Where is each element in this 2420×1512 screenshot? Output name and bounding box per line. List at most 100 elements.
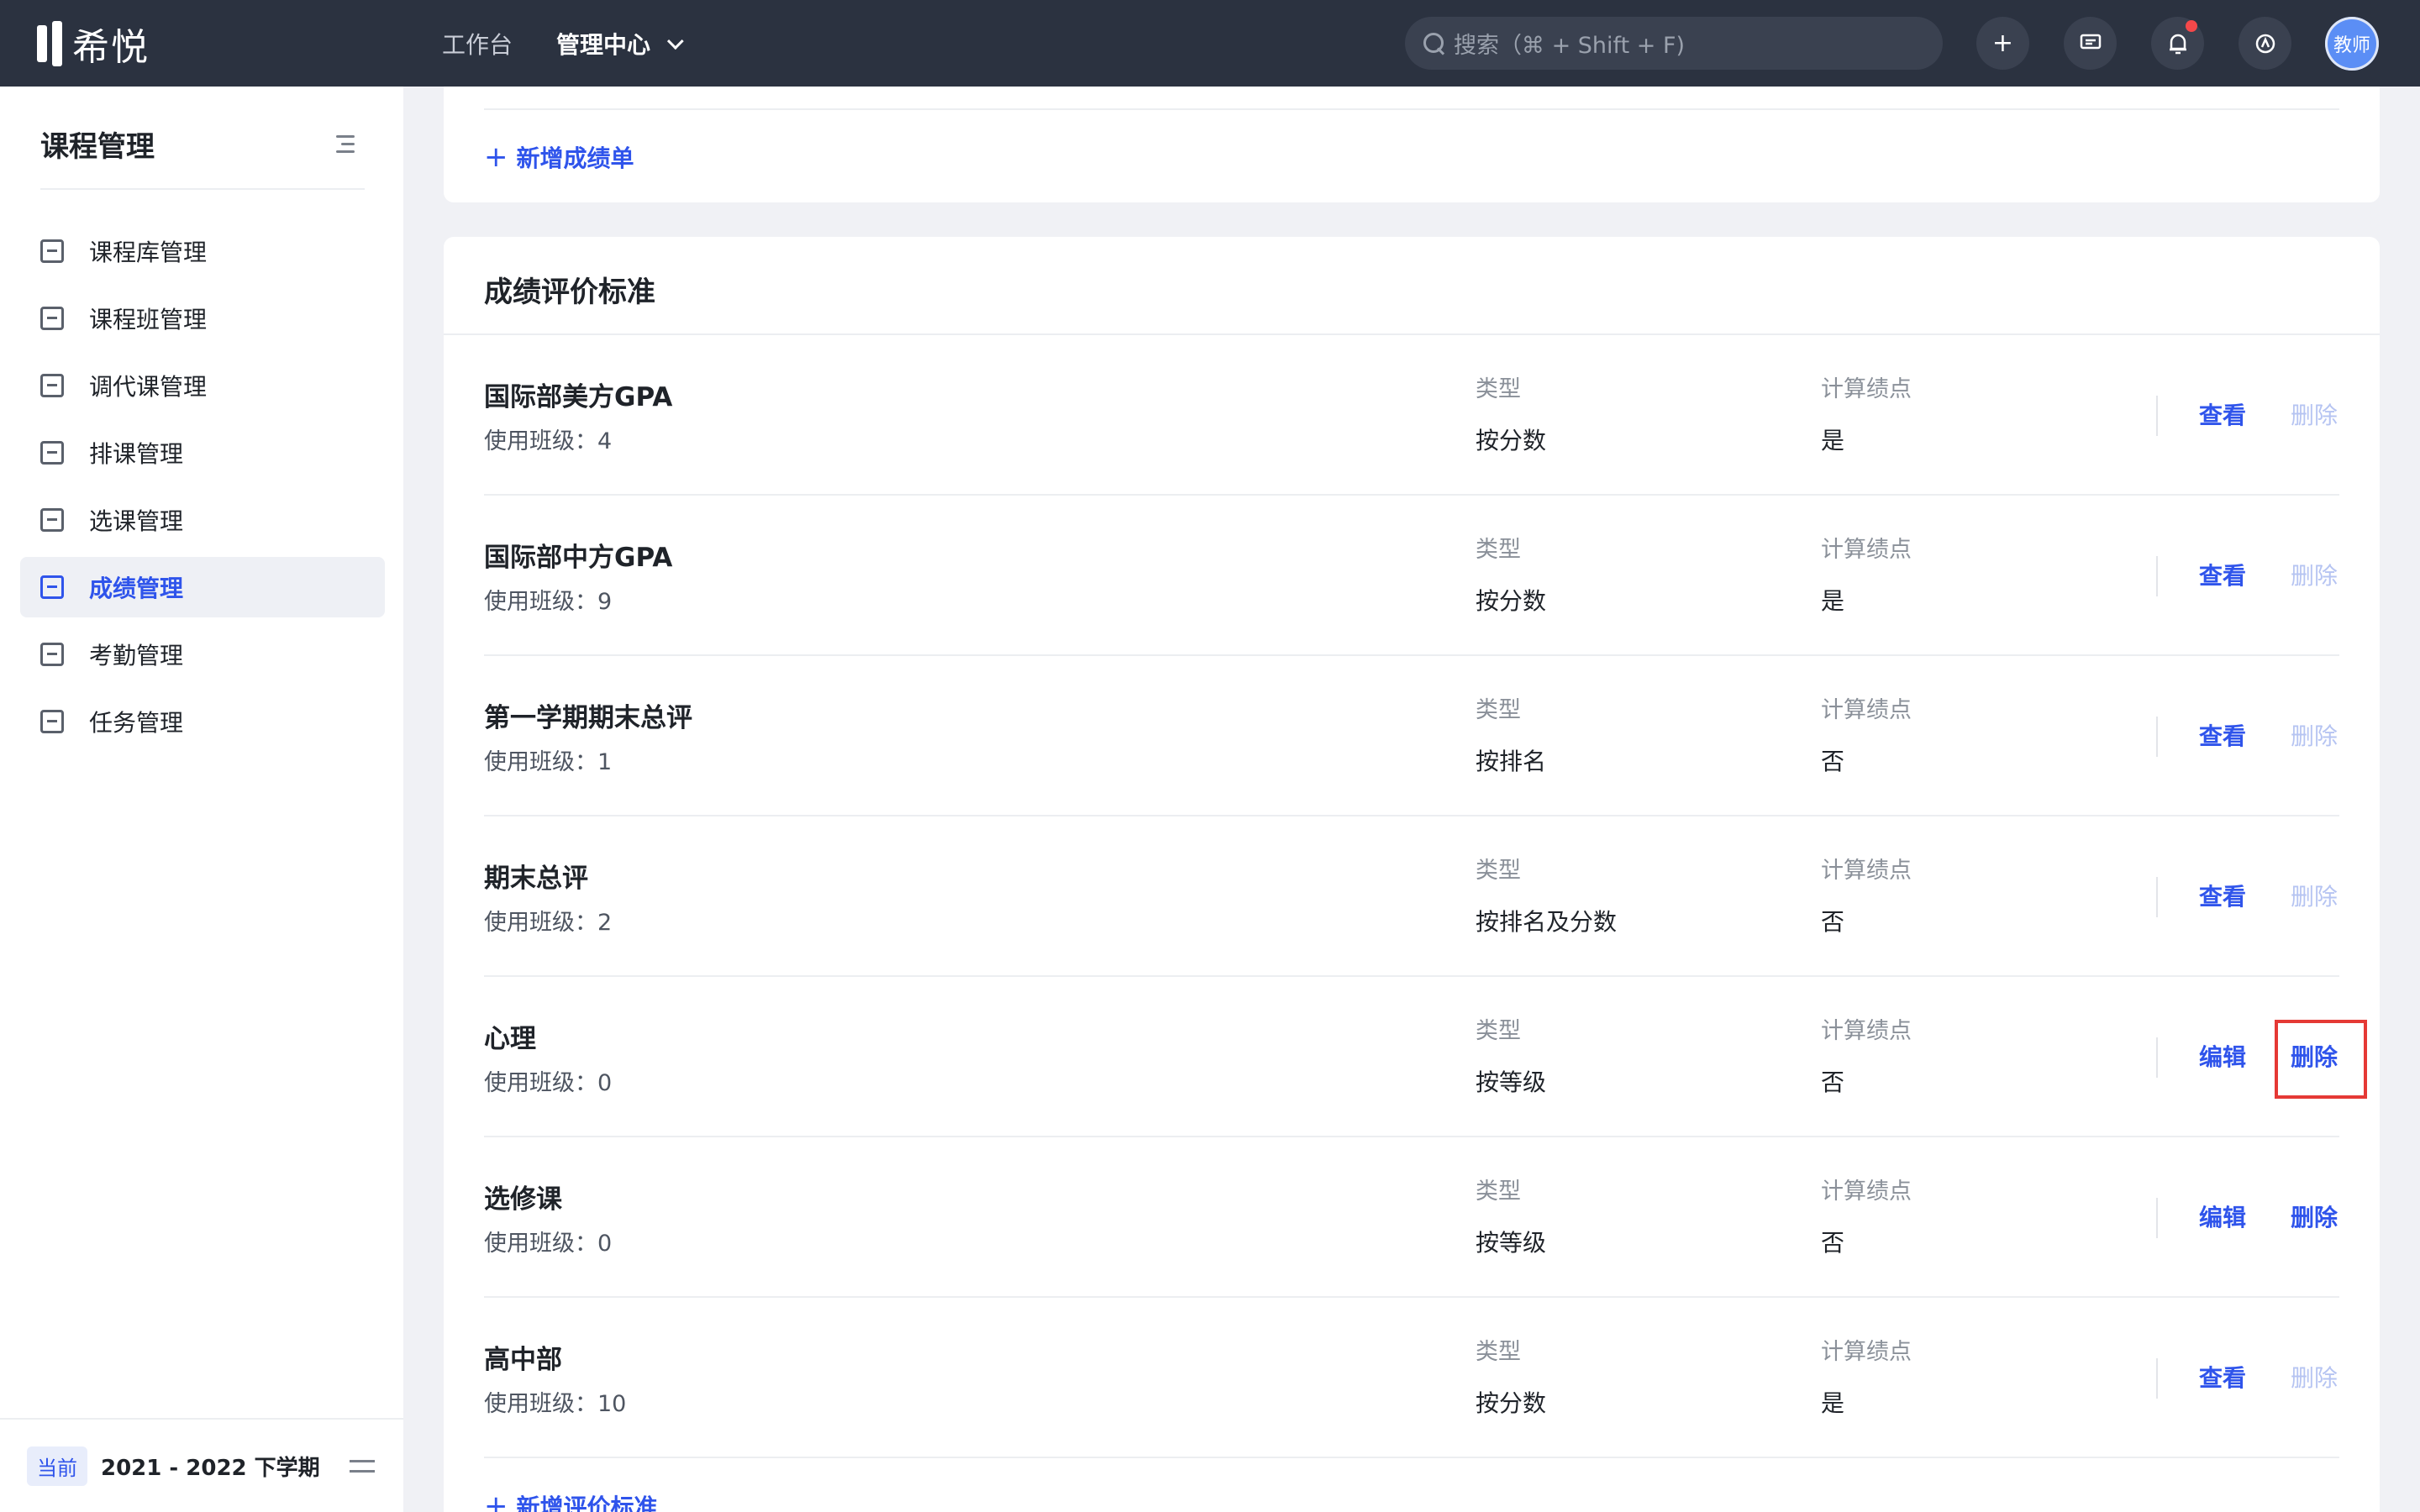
sidebar-divider [40,188,365,190]
compass-icon [2255,34,2275,53]
top-bar: 希悦 工作台 管理中心 搜索（⌘ + Shift + F) + 教师 [0,0,2420,87]
delete-button: 删除 [2291,562,2338,590]
view-button[interactable]: 查看 [2199,718,2246,752]
list-item: 国际部中方GPA 使用班级：9 类型 按分数 计算绩点是 查看 删除 [484,496,2339,656]
gpa-value: 否 [1821,748,1845,775]
edit-button[interactable]: 编辑 [2199,1039,2246,1073]
standard-usage: 使用班级：0 [484,1070,613,1096]
add-button[interactable]: + [1976,17,2029,70]
search-input[interactable]: 搜索（⌘ + Shift + F) [1405,17,1943,70]
sidebar-item-label: 课程库管理 [89,239,208,266]
list-item: 心理 使用班级：0 类型 按等级 计算绩点否编辑 删除 [484,977,2367,1137]
gpa-label: 计算绩点 [1821,697,1912,723]
gpa-label: 计算绩点 [1821,1339,1912,1365]
bell-icon [2169,34,2186,54]
sidebar-item-label: 课程班管理 [89,306,208,333]
type-value: 按等级 [1476,1068,1547,1096]
message-icon [2080,34,2101,49]
divider [2156,556,2158,596]
search-placeholder: 搜索（⌘ + Shift + F) [1454,33,1686,59]
sidebar-item-5[interactable]: 成绩管理 [20,557,385,617]
add-standard-link[interactable]: + 新增评价标准 [484,1489,658,1512]
standard-name: 第一学期期末总评 [484,703,692,733]
type-label: 类型 [1476,1179,1521,1205]
add-standard-label: 新增评价标准 [516,1494,658,1512]
sidebar: 课程管理 课程库管理课程班管理调代课管理排课管理选课管理成绩管理考勤管理任务管理… [0,87,403,1512]
gpa-label: 计算绩点 [1821,537,1912,563]
gpa-value: 否 [1821,1068,1845,1096]
divider [2156,1358,2158,1399]
notification-dot [2186,20,2197,32]
grade-icon [40,575,64,599]
edit-button[interactable]: 编辑 [2199,1200,2246,1233]
sidebar-menu: 课程库管理课程班管理调代课管理排课管理选课管理成绩管理考勤管理任务管理 [20,221,385,759]
list-item: 选修课 使用班级：0 类型 按等级 计算绩点否 编辑 删除 [484,1137,2339,1298]
view-button[interactable]: 查看 [2199,879,2246,912]
collapse-menu-icon[interactable] [333,135,355,154]
list-item: 高中部 使用班级：10 类型 按分数 计算绩点是 查看 删除 [484,1298,2339,1458]
sidebar-item-label: 成绩管理 [89,575,184,602]
library-icon [40,239,64,263]
help-button[interactable] [2238,17,2291,70]
grading-standards-card: 成绩评价标准 国际部美方GPA 使用班级：4 类型 按分数 计算绩点是查看 删除 国际部中方… [444,237,2380,1512]
divider [484,108,2339,110]
gpa-value: 是 [1821,427,1845,454]
sidebar-item-2[interactable]: 调代课管理 [20,355,385,416]
standard-name: 高中部 [484,1345,562,1375]
standard-usage: 使用班级：2 [484,910,613,936]
gpa-value: 否 [1821,1229,1845,1257]
sidebar-title: 课程管理 [40,130,155,164]
nav-admin-center[interactable]: 管理中心 [556,27,684,60]
gpa-value: 是 [1821,1389,1845,1417]
highlight-box [2275,1020,2367,1099]
delete-button[interactable]: 删除 [2291,1200,2338,1233]
standard-usage: 使用班级：1 [484,749,613,775]
standard-name: 国际部中方GPA [484,543,673,573]
class-icon [40,307,64,330]
chevron-down-icon [666,32,684,50]
add-grade-sheet-link[interactable]: + 新增成绩单 [484,140,634,174]
logo-mark-icon [37,21,62,66]
schedule-icon [40,441,64,465]
type-label: 类型 [1476,858,1521,884]
sidebar-item-3[interactable]: 排课管理 [20,423,385,483]
list-item: 国际部美方GPA 使用班级：4 类型 按分数 计算绩点是 查看 删除 [484,335,2339,496]
sidebar-item-1[interactable]: 课程班管理 [20,288,385,349]
term-switcher[interactable]: 当前 2021 - 2022 下学期 [0,1418,403,1512]
divider [2156,877,2158,917]
divider [2156,1198,2158,1238]
nav-workbench[interactable]: 工作台 [442,27,513,60]
app-logo[interactable]: 希悦 [37,20,150,69]
notification-button[interactable] [2151,17,2204,70]
type-label: 类型 [1476,1018,1521,1044]
type-label: 类型 [1476,697,1521,723]
sidebar-item-6[interactable]: 考勤管理 [20,624,385,685]
standard-usage: 使用班级：0 [484,1231,613,1257]
type-label: 类型 [1476,537,1521,563]
standard-name: 心理 [484,1024,536,1054]
current-term-label: 2021 - 2022 下学期 [101,1455,320,1481]
gpa-label: 计算绩点 [1821,1018,1912,1044]
sidebar-item-7[interactable]: 任务管理 [20,691,385,752]
swap-class-icon [40,374,64,397]
sidebar-item-label: 选课管理 [89,507,184,535]
standard-name: 国际部美方GPA [484,382,673,412]
view-button[interactable]: 查看 [2199,397,2246,431]
swap-icon[interactable] [350,1455,375,1477]
search-icon [1423,32,1445,55]
view-button[interactable]: 查看 [2199,1360,2246,1394]
grade-sheet-card: + 新增成绩单 [444,87,2380,202]
sidebar-item-label: 考勤管理 [89,642,184,669]
message-button[interactable] [2064,17,2117,70]
sidebar-item-label: 任务管理 [89,709,184,737]
top-nav: 工作台 管理中心 [442,0,684,87]
sidebar-item-0[interactable]: 课程库管理 [20,221,385,281]
plus-icon: + [484,1489,508,1512]
view-button[interactable]: 查看 [2199,558,2246,591]
delete-button: 删除 [2291,722,2338,750]
avatar[interactable]: 教师 [2325,17,2379,71]
list-item: 期末总评 使用班级：2 类型 按排名及分数 计算绩点否 查看 删除 [484,816,2339,977]
sidebar-item-4[interactable]: 选课管理 [20,490,385,550]
plus-icon: + [1991,29,2014,58]
standard-usage: 使用班级：4 [484,428,613,454]
